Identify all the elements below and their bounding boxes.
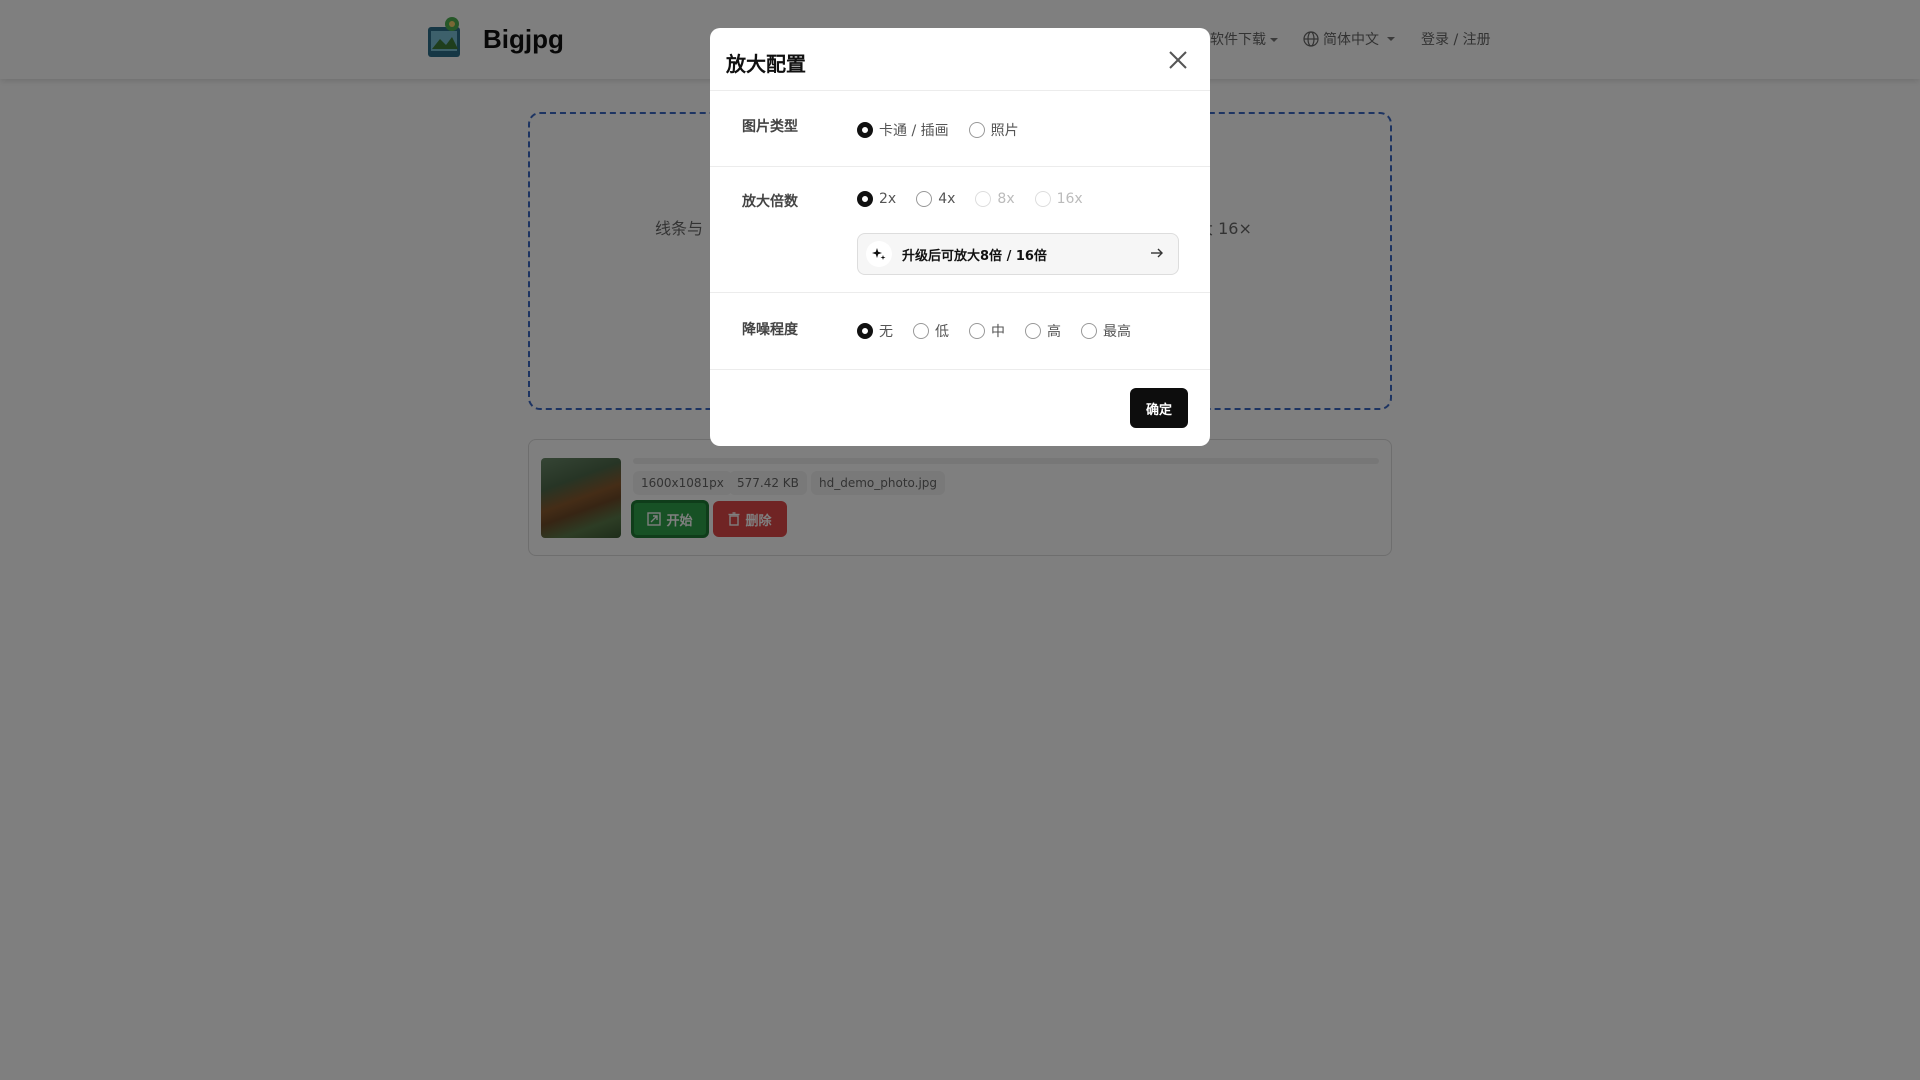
radio-2x-label: 2x bbox=[879, 191, 897, 207]
scale-radio-group: 2x 4x 8x 16x bbox=[857, 191, 1103, 207]
radio-unchecked-icon bbox=[1025, 323, 1041, 339]
upscale-settings-modal: 放大配置 图片类型 卡通 / 插画 照片 放大倍数 2x 4x 8x 16x 升… bbox=[710, 28, 1210, 446]
radio-unchecked-icon bbox=[1081, 323, 1097, 339]
image-type-section: 图片类型 卡通 / 插画 照片 bbox=[710, 91, 1210, 167]
radio-noise-medium[interactable]: 中 bbox=[969, 321, 1005, 341]
radio-unchecked-icon bbox=[969, 323, 985, 339]
upgrade-banner[interactable]: 升级后可放大8倍 / 16倍 bbox=[857, 233, 1179, 275]
radio-4x-label: 4x bbox=[938, 191, 956, 207]
radio-noise-high-label: 高 bbox=[1047, 324, 1061, 340]
modal-title: 放大配置 bbox=[726, 52, 806, 76]
radio-noise-none[interactable]: 无 bbox=[857, 321, 893, 341]
radio-4x[interactable]: 4x bbox=[916, 191, 955, 207]
radio-unchecked-icon bbox=[916, 191, 933, 207]
radio-8x: 8x bbox=[975, 191, 1015, 207]
radio-photo[interactable]: 照片 bbox=[968, 120, 1019, 140]
radio-disabled-icon bbox=[975, 191, 992, 207]
radio-16x: 16x bbox=[1034, 191, 1083, 207]
radio-photo-label: 照片 bbox=[990, 123, 1019, 139]
radio-cartoon[interactable]: 卡通 / 插画 bbox=[857, 120, 949, 140]
radio-noise-highest[interactable]: 最高 bbox=[1081, 321, 1131, 341]
upgrade-text: 升级后可放大8倍 / 16倍 bbox=[902, 248, 1047, 264]
sparkle-icon bbox=[866, 241, 892, 267]
close-icon[interactable] bbox=[1167, 49, 1189, 71]
radio-cartoon-label: 卡通 / 插画 bbox=[879, 123, 949, 139]
image-type-label: 图片类型 bbox=[742, 119, 798, 135]
modal-header: 放大配置 bbox=[710, 28, 1210, 91]
radio-noise-medium-label: 中 bbox=[991, 324, 1005, 340]
radio-noise-high[interactable]: 高 bbox=[1025, 321, 1061, 341]
noise-label: 降噪程度 bbox=[742, 322, 798, 338]
noise-radio-group: 无 低 中 高 最高 bbox=[857, 321, 1151, 341]
radio-noise-none-label: 无 bbox=[879, 324, 893, 340]
radio-noise-highest-label: 最高 bbox=[1103, 324, 1131, 340]
radio-16x-label: 16x bbox=[1056, 191, 1083, 207]
radio-8x-label: 8x bbox=[997, 191, 1015, 207]
radio-checked-icon bbox=[857, 191, 873, 207]
confirm-button[interactable]: 确定 bbox=[1130, 388, 1188, 428]
radio-disabled-icon bbox=[1034, 191, 1051, 207]
image-type-radio-group: 卡通 / 插画 照片 bbox=[857, 120, 1039, 140]
arrow-right-icon bbox=[1151, 248, 1163, 258]
radio-checked-icon bbox=[857, 323, 873, 339]
radio-unchecked-icon bbox=[913, 323, 929, 339]
scale-section: 放大倍数 2x 4x 8x 16x 升级后可放大8倍 / 16倍 bbox=[710, 167, 1210, 293]
radio-checked-icon bbox=[857, 122, 873, 138]
noise-section: 降噪程度 无 低 中 高 最高 bbox=[710, 293, 1210, 370]
scale-label: 放大倍数 bbox=[742, 194, 798, 210]
radio-noise-low[interactable]: 低 bbox=[913, 321, 949, 341]
radio-unchecked-icon bbox=[968, 122, 985, 138]
radio-2x[interactable]: 2x bbox=[857, 191, 896, 207]
radio-noise-low-label: 低 bbox=[935, 324, 949, 340]
